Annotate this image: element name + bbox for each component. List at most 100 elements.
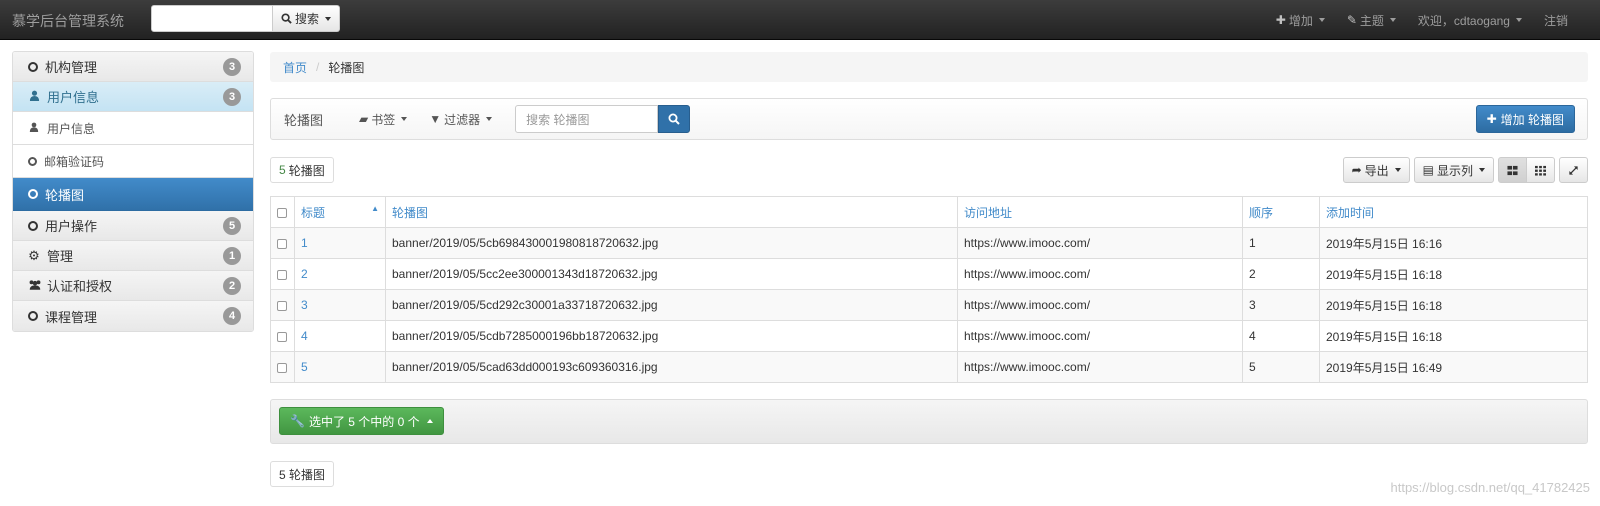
row-checkbox[interactable]	[277, 238, 287, 249]
sidebar-group-operations[interactable]: 用户操作 5	[13, 211, 253, 241]
bulk-action-button[interactable]: 🔧 选中了 5 个中的 0 个	[279, 407, 444, 435]
circle-icon	[28, 156, 37, 166]
sidebar-group-org[interactable]: 机构管理 3	[13, 52, 253, 82]
row-checkbox[interactable]	[277, 300, 287, 311]
row-title-link[interactable]: 2	[294, 258, 386, 290]
filters-label: 过滤器	[444, 112, 481, 127]
sidebar-group-label: 管理	[47, 249, 74, 264]
row-index-cell: 2	[1242, 258, 1320, 290]
breadcrumb: 首页 / 轮播图	[270, 52, 1588, 82]
row-image-cell: banner/2019/05/5cb698430001980818720632.…	[385, 227, 958, 259]
circle-icon	[28, 220, 38, 231]
col-title-header[interactable]: 标题 ▲	[294, 196, 386, 228]
circle-icon	[28, 61, 38, 72]
list-view-controls: ➦ 导出 ▤ 显示列	[1342, 157, 1588, 183]
row-index-cell: 3	[1242, 289, 1320, 321]
row-checkbox[interactable]	[277, 269, 287, 280]
count-badge: 4	[223, 307, 241, 325]
caret-down-icon	[325, 16, 332, 21]
col-title-label: 标题	[301, 205, 326, 220]
nav-theme-menu[interactable]: ✎ 主题	[1336, 12, 1407, 29]
search-submit-button[interactable]	[658, 105, 691, 133]
banner-table: 标题 ▲ 轮播图 访问地址 顺序 添加时间 1 banner/2019/05/5c…	[270, 196, 1588, 383]
col-image-header[interactable]: 轮播图	[385, 196, 958, 228]
nav-user-menu[interactable]: 欢迎，cdtaogang	[1407, 12, 1533, 29]
table-layout-button[interactable]	[1498, 157, 1527, 183]
caret-down-icon	[1389, 18, 1396, 22]
sort-asc-icon: ▲	[371, 203, 379, 213]
plus-icon: ✚	[1275, 13, 1286, 27]
export-button[interactable]: ➦ 导出	[1342, 157, 1410, 183]
fullscreen-button[interactable]	[1559, 157, 1588, 183]
breadcrumb-separator: /	[316, 60, 320, 74]
result-count-bottom: 5 轮播图	[270, 461, 335, 487]
caret-down-icon	[401, 117, 408, 121]
table-row: 4 banner/2019/05/5cdb7285000196bb1872063…	[270, 320, 1588, 352]
sidebar-group-users[interactable]: 用户信息 3	[13, 82, 253, 112]
caret-down-icon	[1394, 168, 1401, 172]
compact-layout-button[interactable]	[1527, 157, 1555, 183]
filters-dropdown[interactable]: ▼ 过滤器	[418, 111, 503, 128]
nav-search-input[interactable]	[151, 5, 273, 32]
row-title-link[interactable]: 3	[294, 289, 386, 321]
row-addtime-cell: 2019年5月15日 16:49	[1319, 351, 1588, 383]
sidebar-group-courses[interactable]: 课程管理 4	[13, 301, 253, 331]
grid-large-icon	[1507, 165, 1518, 175]
watermark: https://blog.csdn.net/qq_41782425	[1390, 480, 1591, 495]
nav-right: ✚ 增加 ✎ 主题 欢迎，cdtaogang 注销	[1265, 0, 1600, 40]
row-index-cell: 4	[1242, 320, 1320, 352]
bulk-action-bar: 🔧 选中了 5 个中的 0 个	[270, 399, 1588, 444]
nav-welcome-label: 欢迎，cdtaogang	[1417, 13, 1510, 28]
users-icon	[28, 279, 41, 293]
sidebar-item-banner[interactable]: 轮播图	[13, 178, 253, 211]
sidebar-item-label: 邮箱验证码	[44, 154, 105, 169]
nav-logout-link[interactable]: 注销	[1533, 12, 1600, 29]
select-all-checkbox[interactable]	[277, 207, 287, 218]
row-checkbox[interactable]	[277, 331, 287, 342]
row-select-cell	[270, 320, 295, 352]
row-title-link[interactable]: 4	[294, 320, 386, 352]
brand-title[interactable]: 慕学后台管理系统	[12, 11, 124, 31]
bookmarks-dropdown[interactable]: ▰ 书签	[348, 111, 418, 128]
result-count: 5 轮播图	[270, 157, 334, 183]
row-addtime-cell: 2019年5月15日 16:18	[1319, 258, 1588, 290]
sidebar-group-admin[interactable]: ⚙ 管理 1	[13, 241, 253, 271]
sidebar-group-label: 用户信息	[47, 90, 100, 105]
add-banner-button[interactable]: ✚ 增加 轮播图	[1475, 105, 1575, 133]
columns-button[interactable]: ▤ 显示列	[1413, 157, 1494, 183]
sidebar-item-userprofile[interactable]: 用户信息	[13, 112, 253, 145]
brush-icon: ✎	[1346, 13, 1357, 27]
list-icon: ▤	[1422, 163, 1434, 177]
row-index-cell: 5	[1242, 351, 1320, 383]
nav-add-menu[interactable]: ✚ 增加	[1265, 12, 1336, 29]
row-select-cell	[270, 258, 295, 290]
caret-down-icon	[1479, 168, 1485, 172]
row-checkbox[interactable]	[277, 362, 287, 373]
sidebar-group-label: 认证和授权	[47, 279, 113, 294]
grid-small-icon	[1535, 165, 1546, 176]
row-select-cell	[270, 227, 295, 259]
count-badge: 1	[223, 246, 241, 265]
nav-search-button[interactable]: 搜索	[273, 5, 341, 32]
user-icon	[28, 90, 40, 104]
breadcrumb-current: 轮播图	[328, 60, 365, 75]
col-addtime-header[interactable]: 添加时间	[1319, 196, 1588, 228]
caret-down-icon	[1515, 18, 1522, 22]
toolbar-search: 搜索 轮播图	[515, 105, 691, 133]
nav-search: 搜索	[151, 5, 341, 32]
row-title-link[interactable]: 5	[294, 351, 386, 383]
row-title-link[interactable]: 1	[294, 227, 386, 259]
col-url-header[interactable]: 访问地址	[957, 196, 1243, 228]
select-all-cell	[270, 196, 295, 228]
row-addtime-cell: 2019年5月15日 16:16	[1319, 227, 1588, 259]
col-index-header[interactable]: 顺序	[1242, 196, 1320, 228]
row-addtime-cell: 2019年5月15日 16:18	[1319, 320, 1588, 352]
search-input[interactable]: 搜索 轮播图	[515, 105, 659, 133]
nav-theme-label: 主题	[1359, 13, 1384, 28]
export-label: 导出	[1364, 163, 1389, 178]
sidebar-item-label: 用户信息	[47, 121, 96, 136]
sidebar-item-emailcode[interactable]: 邮箱验证码	[13, 145, 253, 178]
sidebar-group-auth[interactable]: 认证和授权 2	[13, 271, 253, 301]
table-row: 3 banner/2019/05/5cd292c30001a3371872063…	[270, 289, 1588, 321]
breadcrumb-home[interactable]: 首页	[283, 59, 307, 76]
